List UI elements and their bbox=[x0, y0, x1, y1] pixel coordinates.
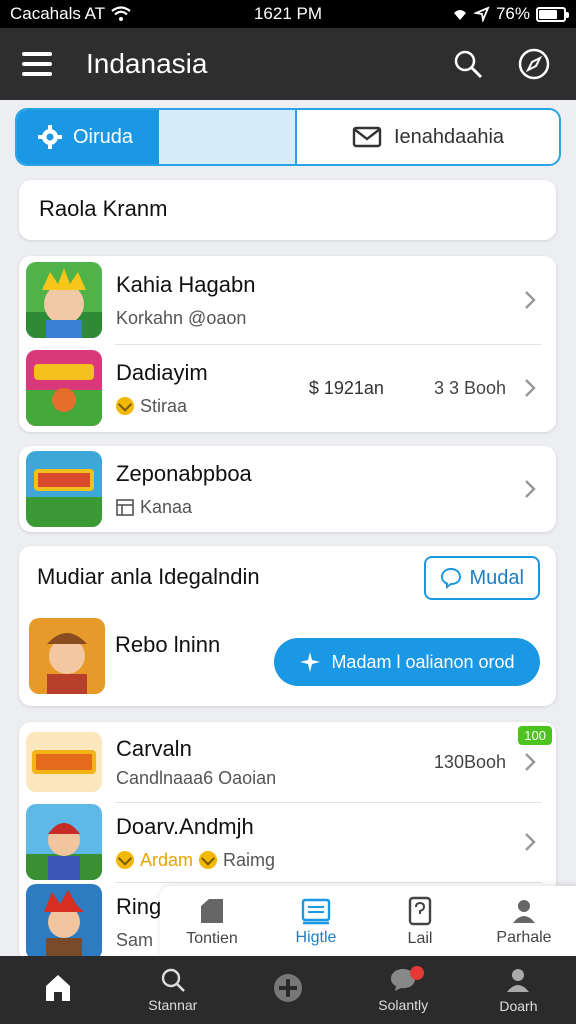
list-item[interactable]: Zeponabpboa Kanaa bbox=[19, 446, 556, 532]
featured-item-title: Rebo lninn bbox=[115, 632, 221, 657]
item-meta: 130Booh bbox=[433, 751, 506, 772]
chevron-right-icon bbox=[518, 289, 542, 311]
featured-outline-button[interactable]: Mudal bbox=[423, 556, 540, 600]
item-subtitle: Candlnaaa6 Oaoian bbox=[116, 767, 277, 788]
game-thumbnail bbox=[26, 804, 102, 880]
game-thumbnail bbox=[26, 732, 102, 792]
segmented-control: Oiruda Ienahdaahia bbox=[15, 108, 561, 166]
chevron-right-icon bbox=[518, 377, 542, 399]
item-accent: Ardam bbox=[140, 849, 194, 870]
item-title: Kahia Hagabn bbox=[116, 271, 256, 297]
section-header-card: Raola Kranm bbox=[19, 180, 556, 240]
chevron-right-icon bbox=[518, 751, 542, 773]
list-item[interactable]: Carvaln Candlnaaa6 Oaoian 130Booh bbox=[19, 722, 556, 802]
segment-right-label: Ienahdaahia bbox=[393, 125, 505, 148]
search-icon bbox=[161, 968, 185, 992]
segment-right[interactable]: Ienahdaahia bbox=[295, 110, 559, 164]
segment-left[interactable]: Oiruda bbox=[17, 110, 295, 164]
list-item[interactable]: Kahia Hagabn Korkahn @oaon bbox=[19, 256, 556, 344]
section-title: Raola Kranm bbox=[39, 196, 168, 221]
game-card-single: Zeponabpboa Kanaa bbox=[19, 446, 556, 532]
gear-icon bbox=[38, 125, 62, 149]
wifi-icon bbox=[111, 6, 131, 21]
app-title: Indanasia bbox=[86, 48, 208, 79]
search-icon bbox=[454, 50, 483, 79]
segment-left-label: Oiruda bbox=[73, 125, 134, 148]
account-icon bbox=[507, 969, 530, 992]
search-button[interactable] bbox=[448, 44, 488, 84]
game-thumbnail bbox=[26, 884, 102, 960]
item-subtitle: Raimg bbox=[223, 849, 276, 870]
floating-tab-bar: Tontien Higtle Lail Parhale bbox=[160, 886, 576, 958]
chevron-right-icon bbox=[518, 478, 542, 500]
coin-icon bbox=[116, 397, 134, 415]
featured-cta-button[interactable]: Madam l oalianon orod bbox=[274, 638, 540, 686]
tab-lail[interactable]: Lail bbox=[368, 886, 472, 958]
game-thumbnail bbox=[26, 350, 102, 426]
game-thumbnail bbox=[29, 618, 105, 694]
mail-icon bbox=[352, 126, 382, 148]
item-title: Carvaln bbox=[116, 735, 192, 761]
featured-card: Mudiar anla Idegalndin Mudal Rebo lninn … bbox=[19, 546, 556, 706]
game-thumbnail bbox=[26, 262, 102, 338]
clock: 1621 PM bbox=[253, 4, 323, 23]
status-bar: Cacahals AT 1621 PM 76% bbox=[0, 0, 576, 28]
item-subtitle: Stiraa bbox=[140, 395, 188, 416]
item-title: Doarv.Andmjh bbox=[116, 813, 254, 839]
item-title: Dadiayim bbox=[116, 359, 208, 385]
bottom-nav: Stannar Solantly Doarh bbox=[0, 956, 576, 1024]
menu-icon[interactable] bbox=[22, 52, 52, 76]
battery-icon bbox=[536, 6, 569, 22]
list-item[interactable]: Doarv.Andmjh Ardam Raimg bbox=[19, 802, 556, 882]
item-price: $ 1921an bbox=[308, 377, 384, 398]
phone-icon bbox=[408, 896, 432, 926]
item-meta: 3 3 Booh bbox=[433, 377, 506, 398]
location-icon bbox=[473, 6, 490, 22]
carrier-label: Cacahals AT bbox=[10, 4, 106, 23]
notification-dot bbox=[409, 966, 424, 980]
nav-doarh[interactable]: Doarh bbox=[461, 956, 576, 1024]
profile-icon bbox=[513, 900, 535, 923]
home-icon bbox=[45, 975, 70, 1001]
coin-icon bbox=[116, 851, 134, 869]
nav-home[interactable] bbox=[0, 956, 115, 1024]
tab-higtle[interactable]: Higtle bbox=[264, 886, 368, 958]
battery-percent: 76% bbox=[495, 4, 530, 23]
sparkle-icon bbox=[300, 652, 321, 672]
tab-parhale[interactable]: Parhale bbox=[472, 886, 576, 958]
tag-icon bbox=[201, 899, 223, 923]
item-subtitle: Korkahn @oaon bbox=[116, 307, 247, 328]
app-bar: Indanasia bbox=[0, 28, 576, 100]
calendar-icon bbox=[116, 499, 134, 516]
item-subtitle: Kanaa bbox=[140, 496, 193, 517]
tab-tontien[interactable]: Tontien bbox=[160, 886, 264, 958]
coin-icon bbox=[199, 851, 218, 869]
nav-solantly[interactable]: Solantly bbox=[346, 956, 461, 1024]
nav-add[interactable] bbox=[230, 956, 345, 1024]
add-icon bbox=[274, 974, 302, 1002]
item-title: Zeponabpboa bbox=[116, 460, 252, 486]
signal-icon bbox=[453, 10, 466, 20]
list-item[interactable]: Dadiayim Stiraa $ 1921an 3 3 Booh bbox=[19, 344, 556, 432]
game-list-group-1: Kahia Hagabn Korkahn @oaon Dadiayim Stir… bbox=[19, 256, 556, 432]
featured-title: Mudiar anla Idegalndin bbox=[37, 564, 260, 589]
nav-stannar[interactable]: Stannar bbox=[115, 956, 230, 1024]
game-thumbnail bbox=[26, 451, 102, 527]
compass-button[interactable] bbox=[514, 44, 554, 84]
compass-icon bbox=[518, 48, 550, 80]
ticket-icon bbox=[301, 898, 331, 925]
chevron-right-icon bbox=[518, 831, 542, 853]
chat-bubble-icon bbox=[440, 567, 461, 589]
